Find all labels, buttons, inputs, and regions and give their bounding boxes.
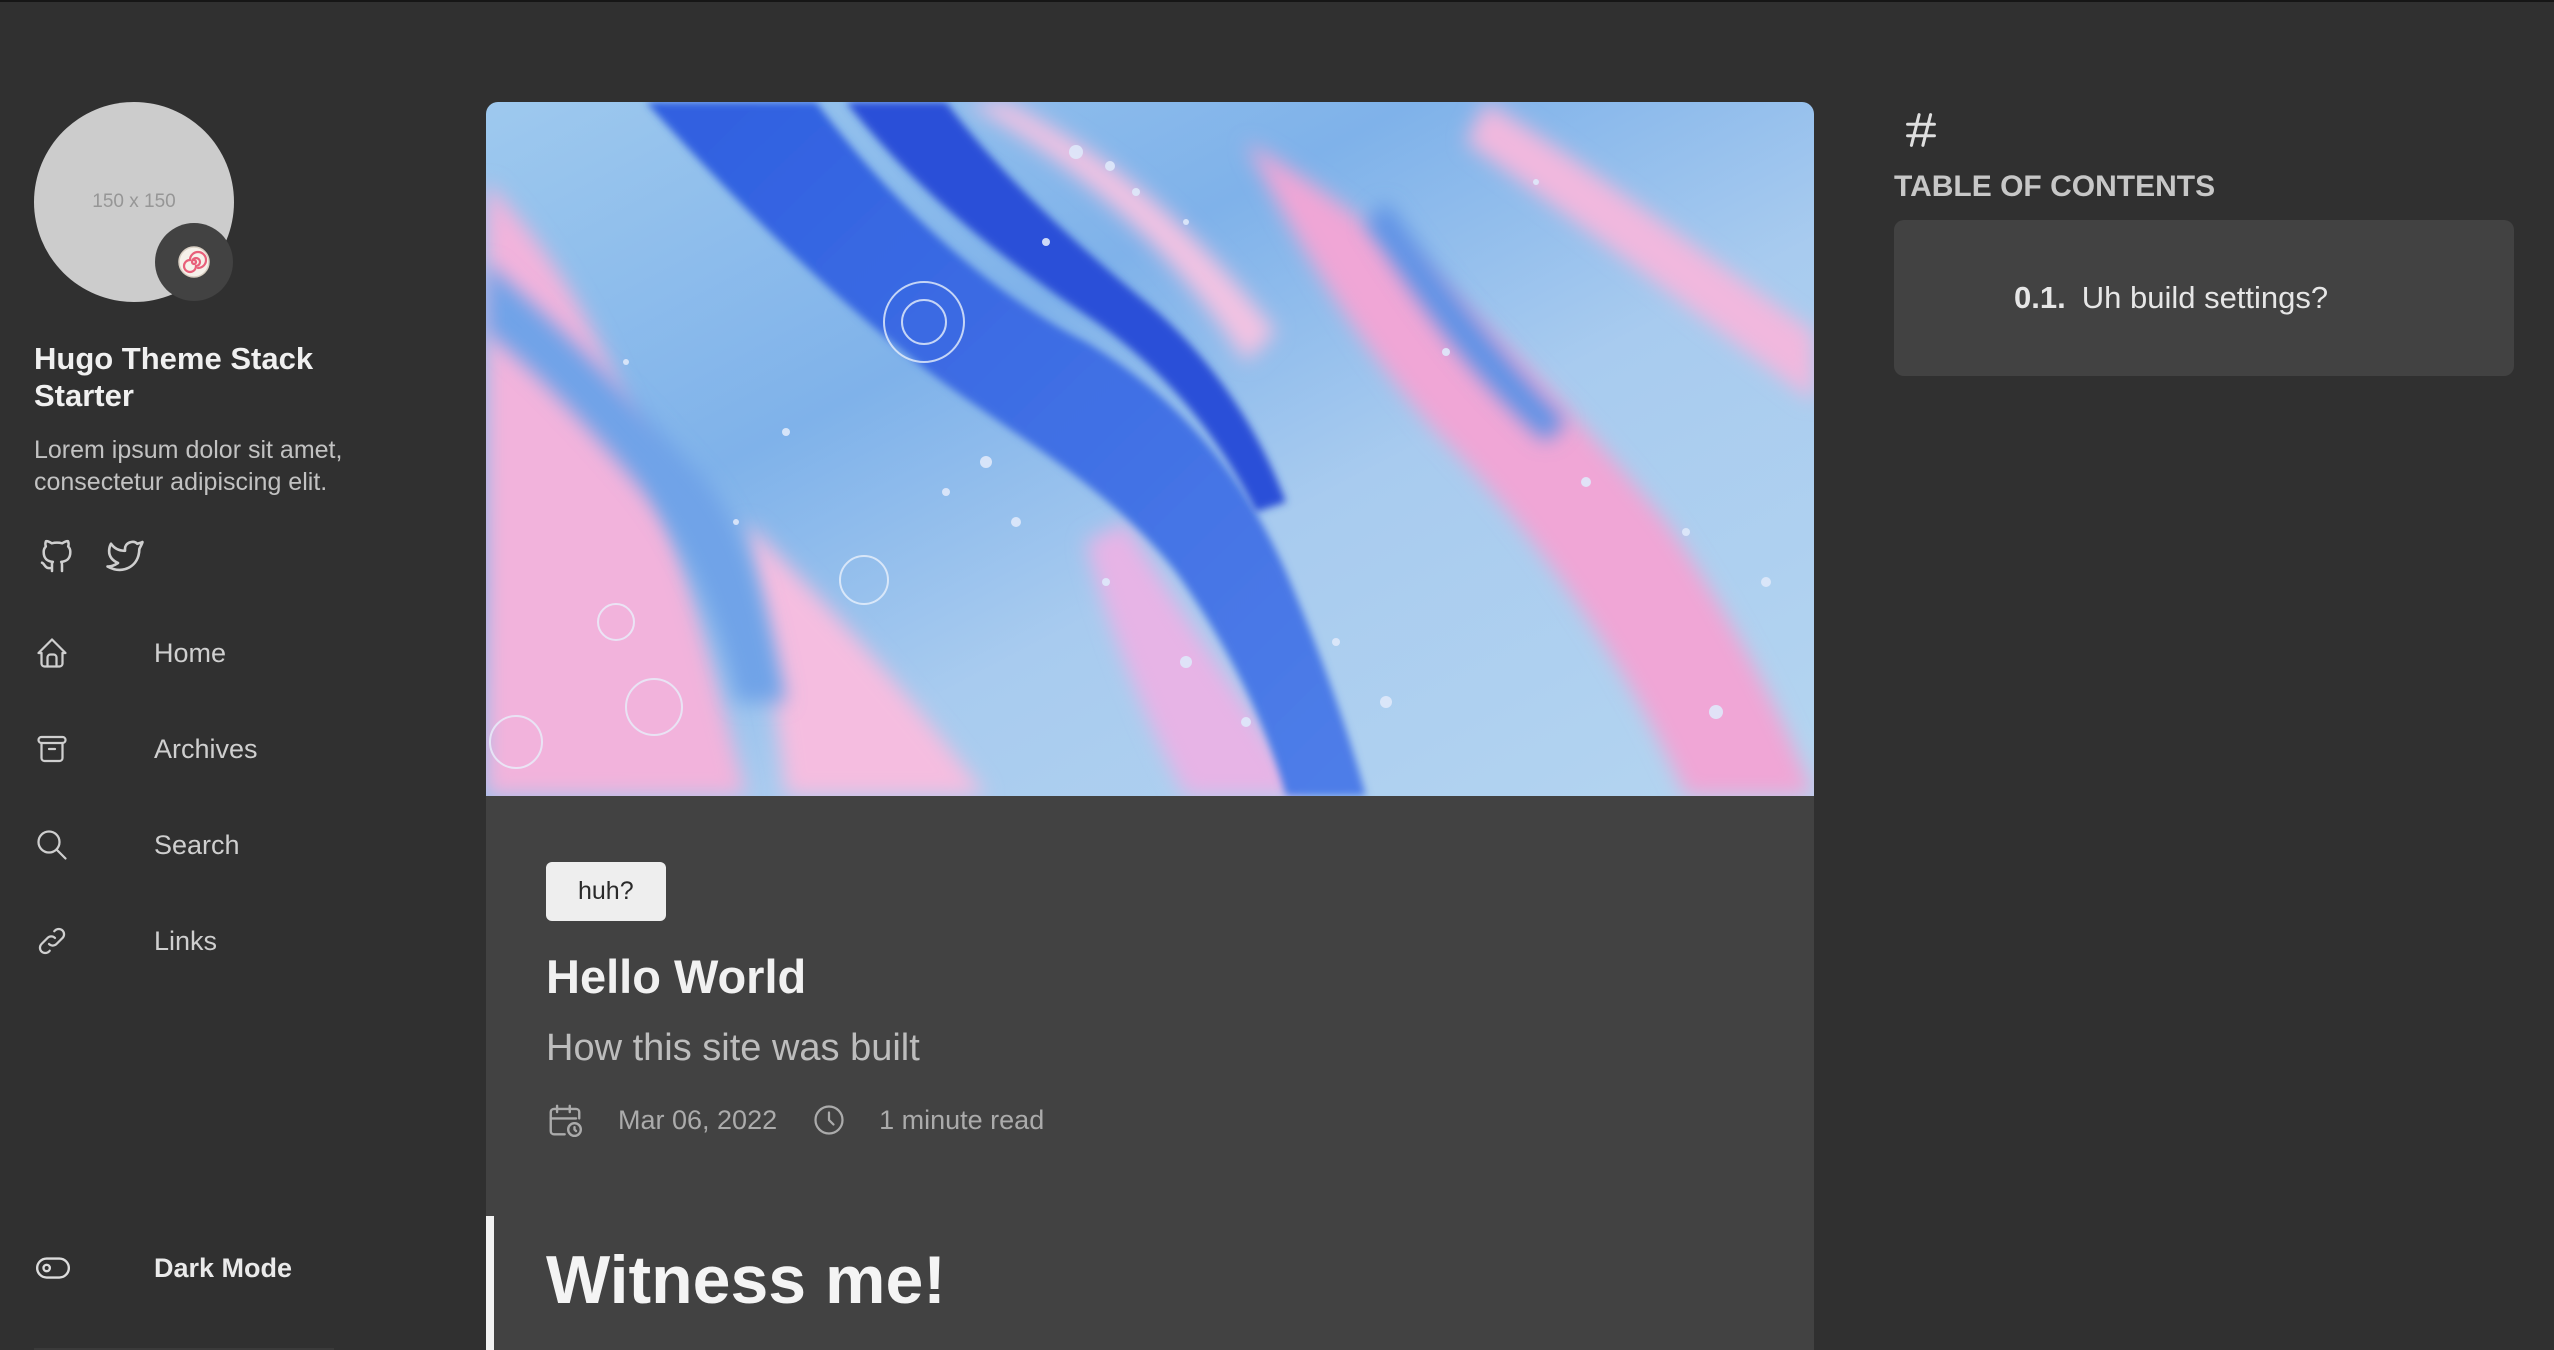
reading-time: 1 minute read: [879, 1104, 1045, 1135]
toc-title: TABLE OF CONTENTS: [1894, 170, 2216, 203]
article-subtitle: How this site was built: [546, 1027, 920, 1069]
site-avatar[interactable]: 150 x 150: [34, 102, 234, 302]
toc-item-number: 0.1.: [2014, 280, 2066, 315]
article-body: huh? Hello World How this site was built…: [486, 796, 1814, 1139]
calendar-icon-wrap: [546, 1101, 584, 1139]
toc-list: 0.1. Uh build settings?: [1894, 220, 2514, 376]
dark-mode-label: Dark Mode: [154, 1252, 293, 1283]
toc-item-label: Uh build settings?: [2081, 280, 2329, 315]
github-link[interactable]: [34, 533, 80, 579]
search-icon-wrap: [34, 825, 74, 865]
home-icon: [37, 638, 67, 668]
article-card: huh? Hello World How this site was built…: [486, 102, 1814, 1350]
menu-item-home[interactable]: Home: [34, 605, 414, 701]
emoji-icon: [178, 246, 210, 278]
archive-icon-wrap: [34, 729, 74, 769]
toc-widget: TABLE OF CONTENTS 0.1. Uh build settings?: [1894, 102, 2514, 376]
article-meta: Mar 06, 2022 1 minute read: [546, 1101, 1754, 1139]
menu-label-links: Links: [154, 925, 218, 956]
home-icon-wrap: [34, 633, 74, 673]
content-heading: Witness me!: [546, 1242, 946, 1318]
search-icon: [37, 830, 67, 860]
twitter-icon: [106, 540, 144, 572]
calendar-icon: [549, 1104, 583, 1138]
hash-icon: [1898, 102, 1948, 158]
toggle-icon: [35, 1257, 71, 1279]
heading-accent-bar: [486, 1216, 494, 1350]
category-tag[interactable]: huh?: [546, 862, 666, 921]
menu-item-links[interactable]: Links: [34, 893, 414, 989]
menu-label-home: Home: [154, 637, 227, 668]
site-description: Lorem ipsum dolor sit amet, consectetur …: [34, 436, 343, 496]
dark-mode-toggle[interactable]: Dark Mode: [34, 1242, 292, 1294]
publish-date: Mar 06, 2022: [618, 1104, 778, 1135]
menu-label-archives: Archives: [154, 733, 258, 764]
avatar-placeholder-text: 150 x 150: [92, 191, 176, 212]
twitter-link[interactable]: [102, 533, 148, 579]
clock-icon-wrap: [811, 1102, 847, 1138]
clock-icon: [814, 1105, 844, 1135]
page: 150 x 150 Hugo Theme Stack Starter Lorem…: [0, 0, 2554, 1350]
article-title[interactable]: Hello World: [546, 949, 1754, 1005]
menu-item-archives[interactable]: Archives: [34, 701, 414, 797]
menu-item-search[interactable]: Search: [34, 797, 414, 893]
link-icon-wrap: [34, 921, 74, 961]
hero-image: [486, 102, 1814, 796]
main-menu: Home Archives Search Links: [34, 605, 414, 989]
emoji-badge: [155, 223, 233, 301]
left-sidebar: 150 x 150 Hugo Theme Stack Starter Lorem…: [34, 102, 414, 1350]
link-icon: [38, 927, 66, 955]
github-icon: [40, 539, 72, 573]
site-name[interactable]: Hugo Theme Stack Starter: [34, 340, 364, 414]
archive-icon: [37, 735, 67, 763]
menu-label-search: Search: [154, 829, 240, 860]
toc-item[interactable]: 0.1. Uh build settings?: [2014, 280, 2328, 316]
hash-glyph: [1906, 113, 1936, 147]
social-links: [34, 533, 414, 579]
toggle-icon-wrap: [34, 1248, 74, 1288]
